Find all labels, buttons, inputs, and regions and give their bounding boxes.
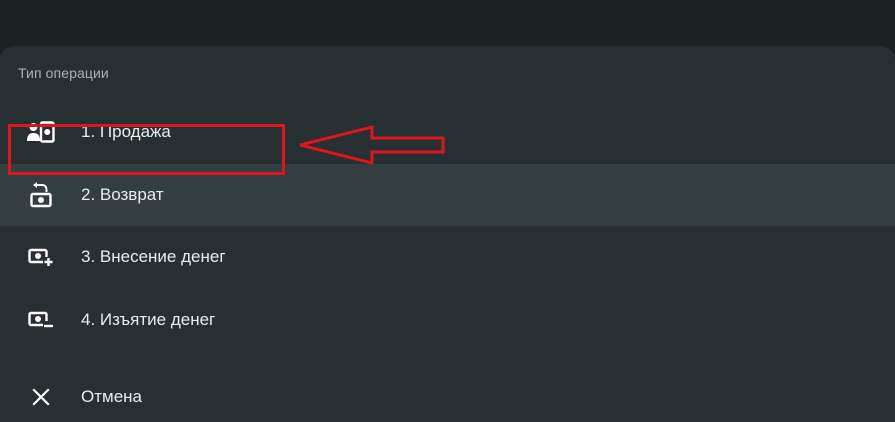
refund-cash-icon xyxy=(25,182,57,208)
cash-withdraw-icon xyxy=(25,307,57,333)
menu-item-withdraw[interactable]: 4. Изъятие денег xyxy=(0,289,895,351)
annotation-highlight-box xyxy=(8,124,285,175)
menu-item-label: 3. Внесение денег xyxy=(81,247,226,266)
menu-item-label: 2. Возврат xyxy=(81,185,164,204)
cash-deposit-icon xyxy=(25,244,57,270)
menu-item-deposit[interactable]: 3. Внесение денег xyxy=(0,226,895,288)
sheet-title: Тип операции xyxy=(18,65,109,81)
cancel-label: Отмена xyxy=(81,387,142,406)
cancel-button[interactable]: Отмена xyxy=(0,366,895,422)
annotation-arrow xyxy=(299,125,445,165)
operation-type-sheet: Тип операции 1. Продажа 2. Возврат 3. Вн… xyxy=(0,46,895,422)
close-icon xyxy=(25,384,57,410)
menu-item-label: 4. Изъятие денег xyxy=(81,310,216,329)
